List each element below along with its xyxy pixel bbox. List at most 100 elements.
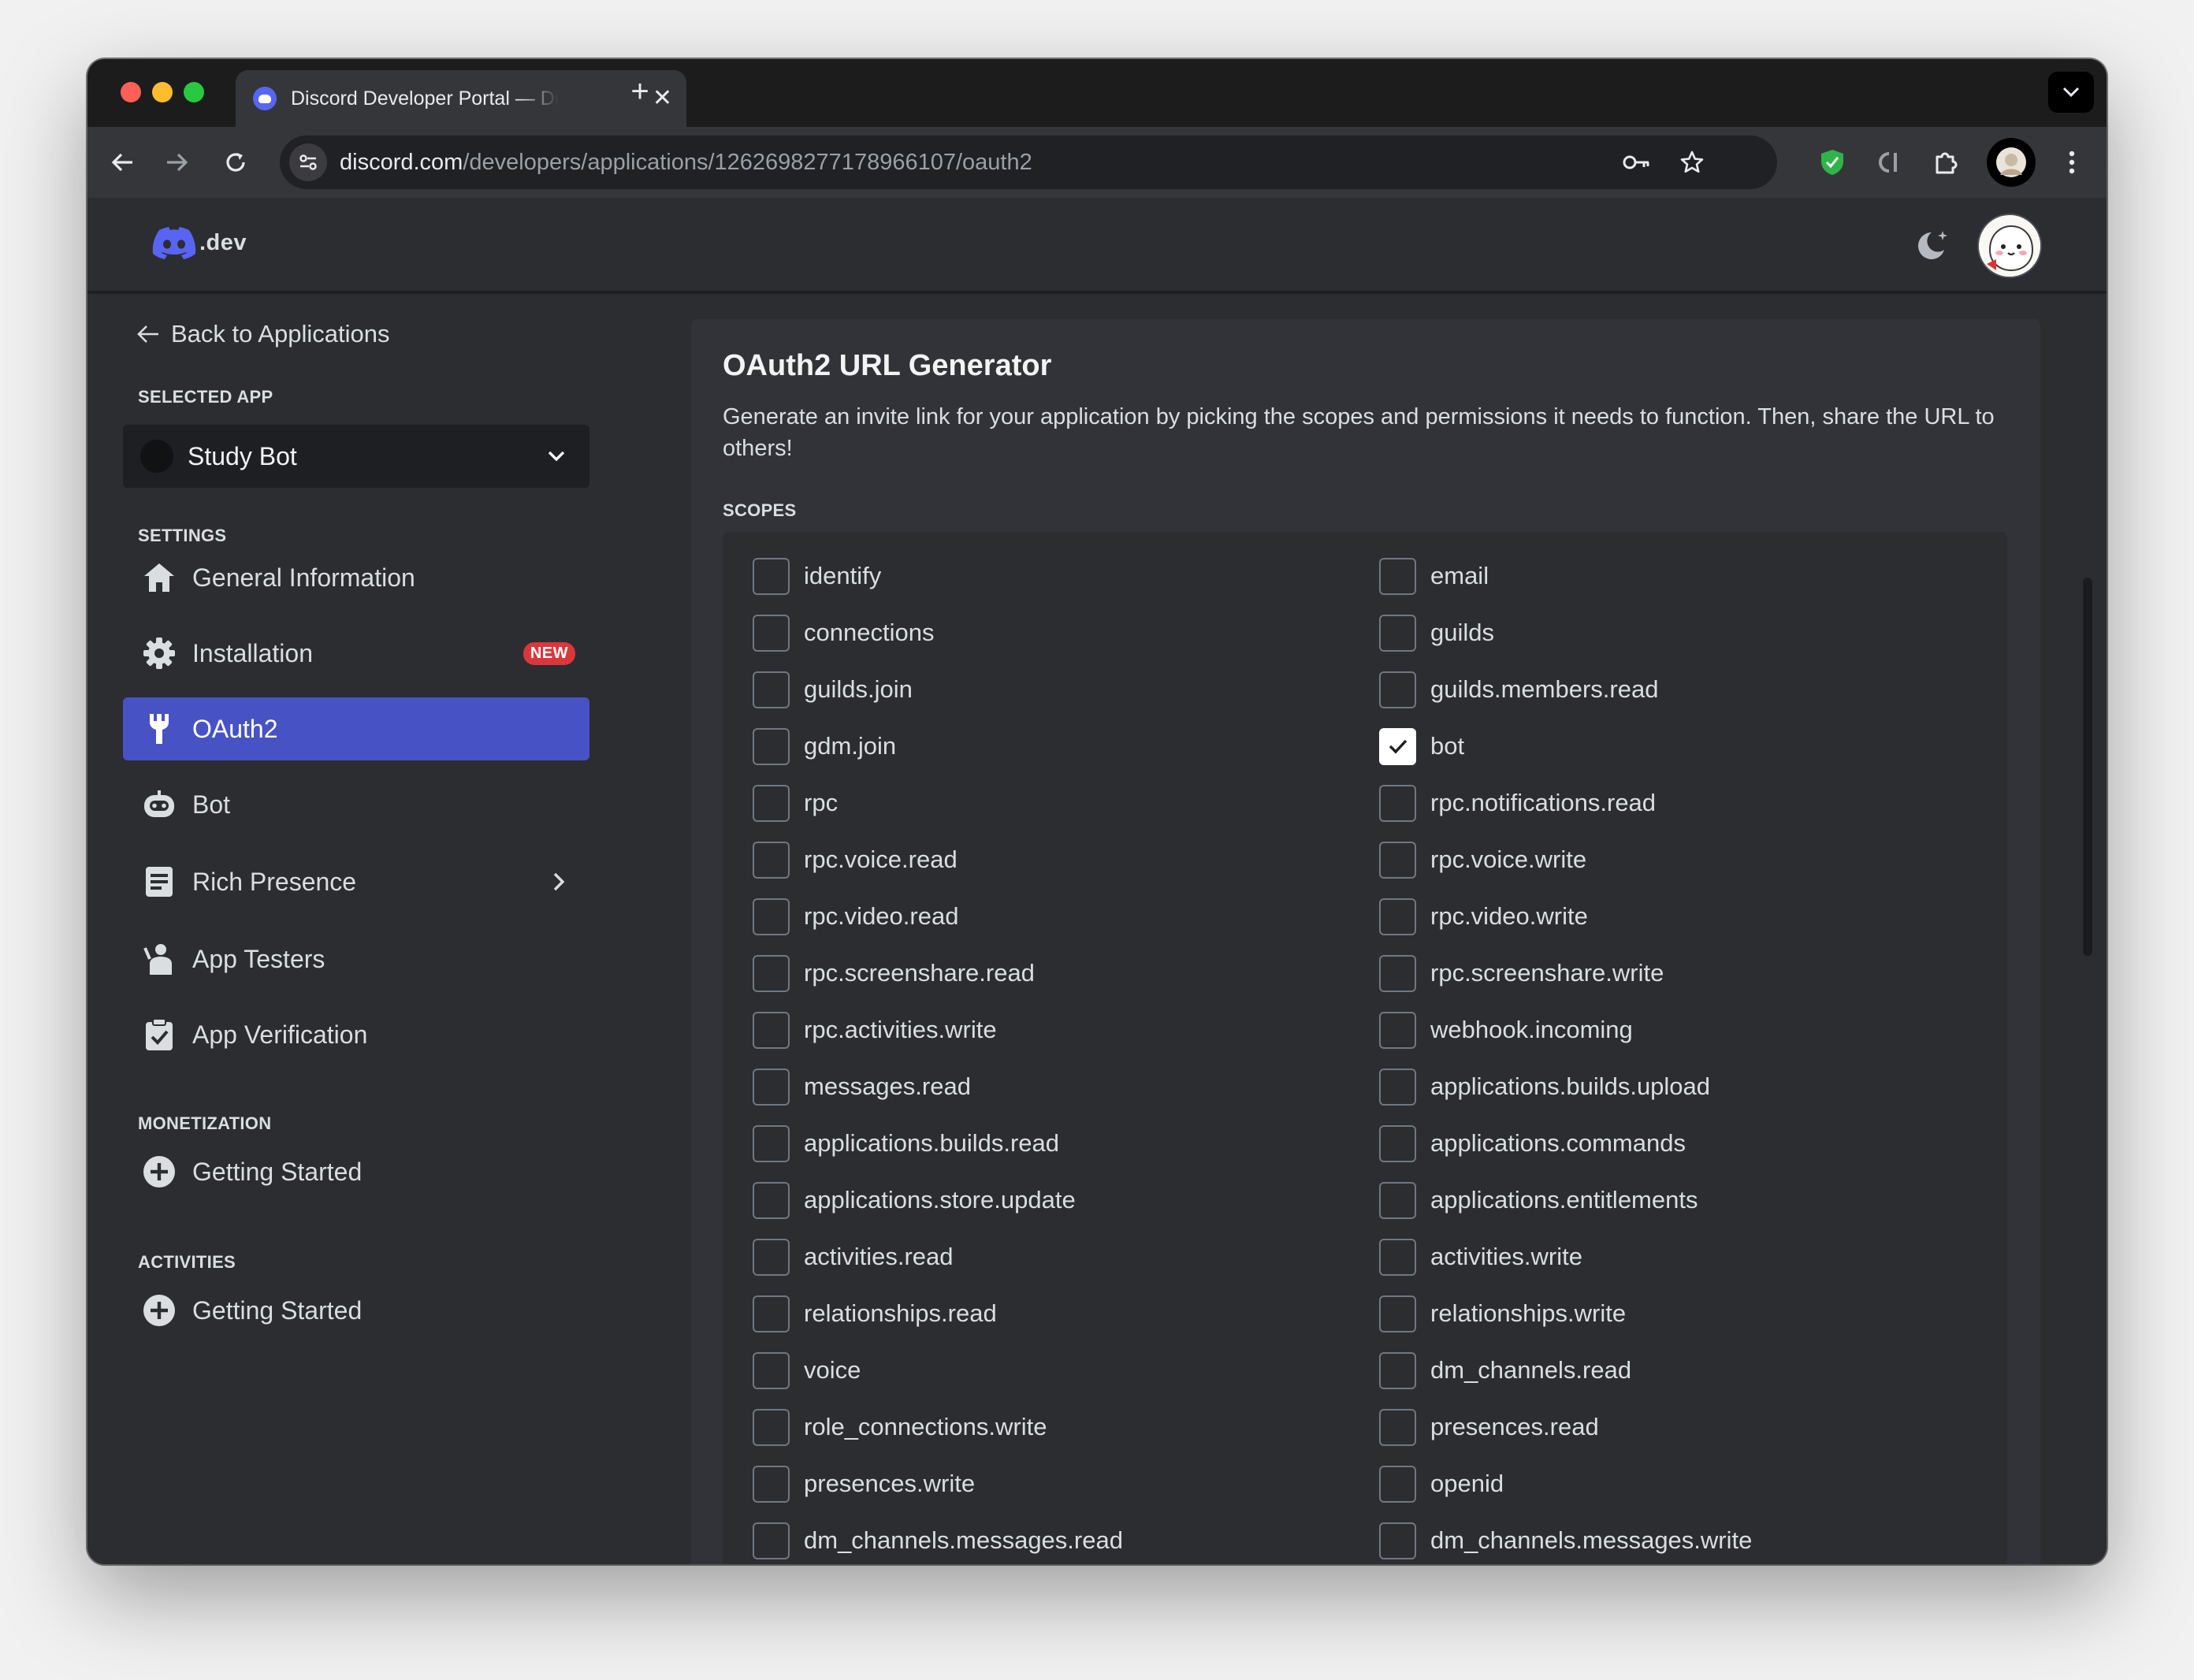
scope-option[interactable]: webhook.incoming xyxy=(1379,1002,2006,1058)
scope-option[interactable]: rpc.notifications.read xyxy=(1379,775,2006,831)
scope-checkbox[interactable] xyxy=(1379,898,1416,935)
back-to-applications-link[interactable]: Back to Applications xyxy=(136,314,389,354)
scope-option[interactable]: presences.write xyxy=(753,1455,1379,1512)
scope-option[interactable]: connections xyxy=(753,604,1379,661)
scope-checkbox[interactable] xyxy=(753,954,790,992)
scope-option[interactable]: applications.entitlements xyxy=(1379,1172,2006,1228)
scope-option[interactable]: rpc.screenshare.read xyxy=(753,945,1379,1002)
scope-option[interactable]: rpc.voice.read xyxy=(753,831,1379,888)
forward-arrow-icon[interactable] xyxy=(160,145,195,180)
minimize-window-button[interactable] xyxy=(152,82,173,102)
scope-option[interactable]: dm_channels.messages.write xyxy=(1379,1512,2006,1564)
scope-checkbox[interactable] xyxy=(753,727,790,765)
extensions-puzzle-icon[interactable] xyxy=(1928,145,1963,180)
browser-menu-icon[interactable] xyxy=(2055,145,2089,180)
address-bar[interactable]: discord.com/developers/applications/1262… xyxy=(280,136,1777,189)
scope-checkbox[interactable] xyxy=(753,671,790,708)
scope-checkbox[interactable] xyxy=(1379,1351,1416,1389)
scope-checkbox[interactable] xyxy=(753,1068,790,1106)
shield-extension-icon[interactable] xyxy=(1815,145,1850,180)
sidebar-item-general-information[interactable]: General Information xyxy=(123,546,589,609)
user-avatar[interactable] xyxy=(1977,214,2042,278)
scope-checkbox[interactable] xyxy=(1379,557,1416,595)
sidebar-item-app-testers[interactable]: App Testers xyxy=(123,927,589,991)
scope-option[interactable]: dm_channels.messages.read xyxy=(753,1512,1379,1564)
sidebar-item-app-verification[interactable]: App Verification xyxy=(123,1003,589,1066)
back-arrow-icon[interactable] xyxy=(105,145,139,180)
scope-checkbox[interactable] xyxy=(753,1351,790,1389)
password-key-icon[interactable] xyxy=(1619,145,1654,180)
page-scrollbar[interactable] xyxy=(2083,578,2092,956)
sidebar-item-monetization-getting-started[interactable]: Getting Started xyxy=(123,1140,589,1203)
scope-option[interactable]: rpc xyxy=(753,775,1379,831)
scope-checkbox[interactable] xyxy=(753,1011,790,1049)
scope-option[interactable]: relationships.read xyxy=(753,1285,1379,1342)
scope-checkbox[interactable] xyxy=(1379,614,1416,652)
scope-option[interactable]: rpc.voice.write xyxy=(1379,831,2006,888)
scope-option[interactable]: presences.read xyxy=(1379,1399,2006,1455)
scope-option[interactable]: guilds.members.read xyxy=(1379,661,2006,718)
chevron-right-icon[interactable] xyxy=(545,868,572,896)
sidebar-item-oauth2[interactable]: OAuth2 xyxy=(123,697,589,760)
theme-toggle-moon-icon[interactable] xyxy=(1914,226,1952,268)
scope-checkbox[interactable] xyxy=(753,1238,790,1276)
scope-option[interactable]: identify xyxy=(753,548,1379,604)
scope-checkbox[interactable] xyxy=(753,1465,790,1503)
scope-option[interactable]: relationships.write xyxy=(1379,1285,2006,1342)
scope-option[interactable]: rpc.video.write xyxy=(1379,888,2006,945)
scope-checkbox[interactable] xyxy=(753,1295,790,1332)
scope-option[interactable]: activities.write xyxy=(1379,1228,2006,1285)
scope-option[interactable]: gdm.join xyxy=(753,718,1379,775)
scope-option[interactable]: bot xyxy=(1379,718,2006,775)
scope-checkbox[interactable] xyxy=(753,557,790,595)
scope-option[interactable]: email xyxy=(1379,548,2006,604)
browser-profile-avatar[interactable] xyxy=(1987,138,2036,187)
discord-dev-logo[interactable]: .dev xyxy=(152,226,247,259)
scope-option[interactable]: applications.commands xyxy=(1379,1115,2006,1172)
scope-checkbox[interactable] xyxy=(1379,1408,1416,1446)
scope-option[interactable]: applications.store.update xyxy=(753,1172,1379,1228)
scope-checkbox[interactable] xyxy=(1379,1181,1416,1219)
new-tab-button[interactable]: + xyxy=(620,72,660,111)
scope-option[interactable]: activities.read xyxy=(753,1228,1379,1285)
scope-checkbox[interactable] xyxy=(1379,1522,1416,1559)
scope-checkbox[interactable] xyxy=(753,1408,790,1446)
ci-extension-icon[interactable] xyxy=(1872,145,1906,180)
scope-checkbox[interactable] xyxy=(1379,1238,1416,1276)
scope-checkbox[interactable] xyxy=(1379,1011,1416,1049)
scope-option[interactable]: messages.read xyxy=(753,1058,1379,1115)
scope-option[interactable]: applications.builds.upload xyxy=(1379,1058,2006,1115)
scope-checkbox[interactable] xyxy=(753,1124,790,1162)
scope-checkbox[interactable] xyxy=(753,841,790,879)
scope-checkbox[interactable] xyxy=(1379,1124,1416,1162)
scope-option[interactable]: openid xyxy=(1379,1455,2006,1512)
scope-checkbox[interactable] xyxy=(753,1522,790,1559)
scope-option[interactable]: rpc.screenshare.write xyxy=(1379,945,2006,1002)
scope-checkbox[interactable] xyxy=(753,1181,790,1219)
scope-option[interactable]: rpc.activities.write xyxy=(753,1002,1379,1058)
scope-checkbox[interactable] xyxy=(753,898,790,935)
tab-search-button[interactable] xyxy=(2048,72,2094,113)
sidebar-item-rich-presence[interactable]: Rich Presence xyxy=(123,850,589,913)
browser-tab[interactable]: Discord Developer Portal — Discord ✕ xyxy=(236,70,686,127)
scope-checkbox[interactable] xyxy=(1379,1465,1416,1503)
scope-option[interactable]: role_connections.write xyxy=(753,1399,1379,1455)
scope-checkbox[interactable] xyxy=(1379,1295,1416,1332)
scope-checkbox[interactable] xyxy=(753,614,790,652)
scope-checkbox[interactable] xyxy=(1379,1068,1416,1106)
scope-option[interactable]: guilds.join xyxy=(753,661,1379,718)
scope-checkbox[interactable] xyxy=(1379,841,1416,879)
scope-checkbox[interactable] xyxy=(1379,727,1416,765)
scope-option[interactable]: guilds xyxy=(1379,604,2006,661)
scope-checkbox[interactable] xyxy=(1379,671,1416,708)
maximize-window-button[interactable] xyxy=(184,82,204,102)
close-window-button[interactable] xyxy=(121,82,141,102)
scope-checkbox[interactable] xyxy=(1379,784,1416,822)
scope-checkbox[interactable] xyxy=(753,784,790,822)
site-info-icon[interactable] xyxy=(289,143,327,181)
scope-option[interactable]: voice xyxy=(753,1342,1379,1399)
app-selector-dropdown[interactable]: Study Bot xyxy=(123,425,589,488)
sidebar-item-activities-getting-started[interactable]: Getting Started xyxy=(123,1279,589,1342)
scope-option[interactable]: applications.builds.read xyxy=(753,1115,1379,1172)
scope-checkbox[interactable] xyxy=(1379,954,1416,992)
